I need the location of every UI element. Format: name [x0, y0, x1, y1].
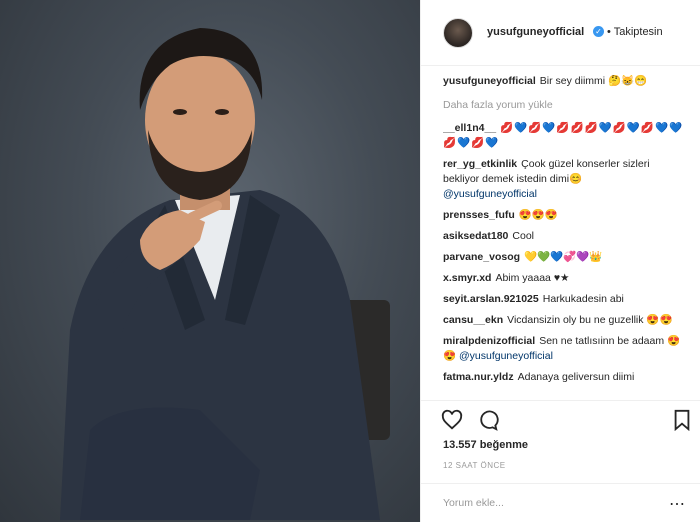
comment-item: miralpdenizofficial Sen ne tatlısıinn be …	[443, 334, 688, 364]
comment-username[interactable]: fatma.nur.yldz	[443, 371, 514, 383]
comment-mention-link[interactable]: @yusufguneyofficial	[443, 188, 537, 200]
comment-item: rer_yg_etkinlik Çook güzel konserler sizl…	[443, 157, 688, 202]
comment-item: fatma.nur.yldz Adanaya geliversun diimi	[443, 370, 688, 385]
comment-text: Vicdansizin oly bu ne guzellik 😍😍	[507, 314, 673, 326]
caption-username[interactable]: yusufguneyofficial	[443, 75, 536, 87]
comment-text: Harkukadesin abi	[542, 293, 624, 305]
comment-username[interactable]: __ell1n4__	[443, 122, 496, 134]
comments-list[interactable]: yusufguneyofficial Bir sey diimmi 🤔😸😁 Dah…	[443, 74, 688, 400]
comment-item: parvane_vosog 💛💚💙💞💜👑	[443, 250, 688, 265]
comment-username[interactable]: parvane_vosog	[443, 251, 520, 263]
post-timestamp: 12 SAAT ÖNCE	[443, 461, 506, 470]
bookmark-icon[interactable]	[671, 409, 693, 431]
avatar[interactable]	[443, 18, 473, 48]
comment-item: x.smyr.xd Abim yaaaa ♥★	[443, 271, 688, 286]
portrait-illustration	[60, 28, 390, 520]
heart-icon[interactable]	[441, 409, 463, 431]
comment-bubble-icon[interactable]	[477, 409, 499, 431]
post-actions: 13.557 beğenme 12 SAAT ÖNCE Yorum ekle..…	[421, 400, 700, 521]
comment-username[interactable]: seyit.arslan.921025	[443, 293, 539, 305]
add-comment-input[interactable]: Yorum ekle...	[443, 497, 504, 509]
comment-username[interactable]: cansu__ekn	[443, 314, 503, 326]
comment-item: seyit.arslan.921025 Harkukadesin abi	[443, 292, 688, 307]
add-comment-bar: Yorum ekle... ⋯	[421, 483, 700, 524]
comment-text: 😍😍😍	[518, 209, 559, 221]
post-photo[interactable]	[0, 0, 420, 522]
comment-username[interactable]: asiksedat180	[443, 230, 508, 242]
eye-left	[173, 109, 187, 115]
comment-item: asiksedat180 Cool	[443, 229, 688, 244]
comment-username[interactable]: prensses_fufu	[443, 209, 515, 221]
comment-text: Abim yaaaa ♥★	[495, 272, 570, 284]
eye-right	[215, 109, 229, 115]
caption-text: Bir sey diimmi 🤔😸😁	[539, 75, 648, 87]
comment-username[interactable]: miralpdenizofficial	[443, 335, 535, 347]
load-more-comments-link[interactable]: Daha fazla yorum yükle	[443, 99, 688, 111]
comment-item: cansu__ekn Vicdansizin oly bu ne guzellik…	[443, 313, 688, 328]
following-label[interactable]: • Takiptesin	[607, 26, 663, 38]
comment-text: Adanaya geliversun diimi	[517, 371, 635, 383]
post-sidebar: yusufguneyofficial ✓ • Takiptesin yusufg…	[420, 0, 700, 522]
post-header: yusufguneyofficial ✓ • Takiptesin	[421, 0, 700, 66]
likes-count[interactable]: 13.557 beğenme	[443, 439, 528, 451]
comment-username[interactable]: rer_yg_etkinlik	[443, 158, 517, 170]
comment-username[interactable]: x.smyr.xd	[443, 272, 491, 284]
comment-item: prensses_fufu 😍😍😍	[443, 208, 688, 223]
comment-text: Cool	[512, 230, 534, 242]
comment-mention-link[interactable]: @yusufguneyofficial	[459, 350, 553, 362]
more-options-icon[interactable]: ⋯	[669, 494, 685, 514]
caption: yusufguneyofficial Bir sey diimmi 🤔😸😁	[443, 74, 688, 89]
instagram-post: yusufguneyofficial ✓ • Takiptesin yusufg…	[0, 0, 700, 522]
comment-item: __ell1n4__ 💋💙💋💙💋💋💋💙💋💙💋💙💙💋💙💋💙	[443, 121, 688, 151]
comment-text: 💛💚💙💞💜👑	[524, 251, 603, 263]
header-username[interactable]: yusufguneyofficial	[487, 26, 584, 38]
verified-badge-icon: ✓	[593, 26, 604, 37]
